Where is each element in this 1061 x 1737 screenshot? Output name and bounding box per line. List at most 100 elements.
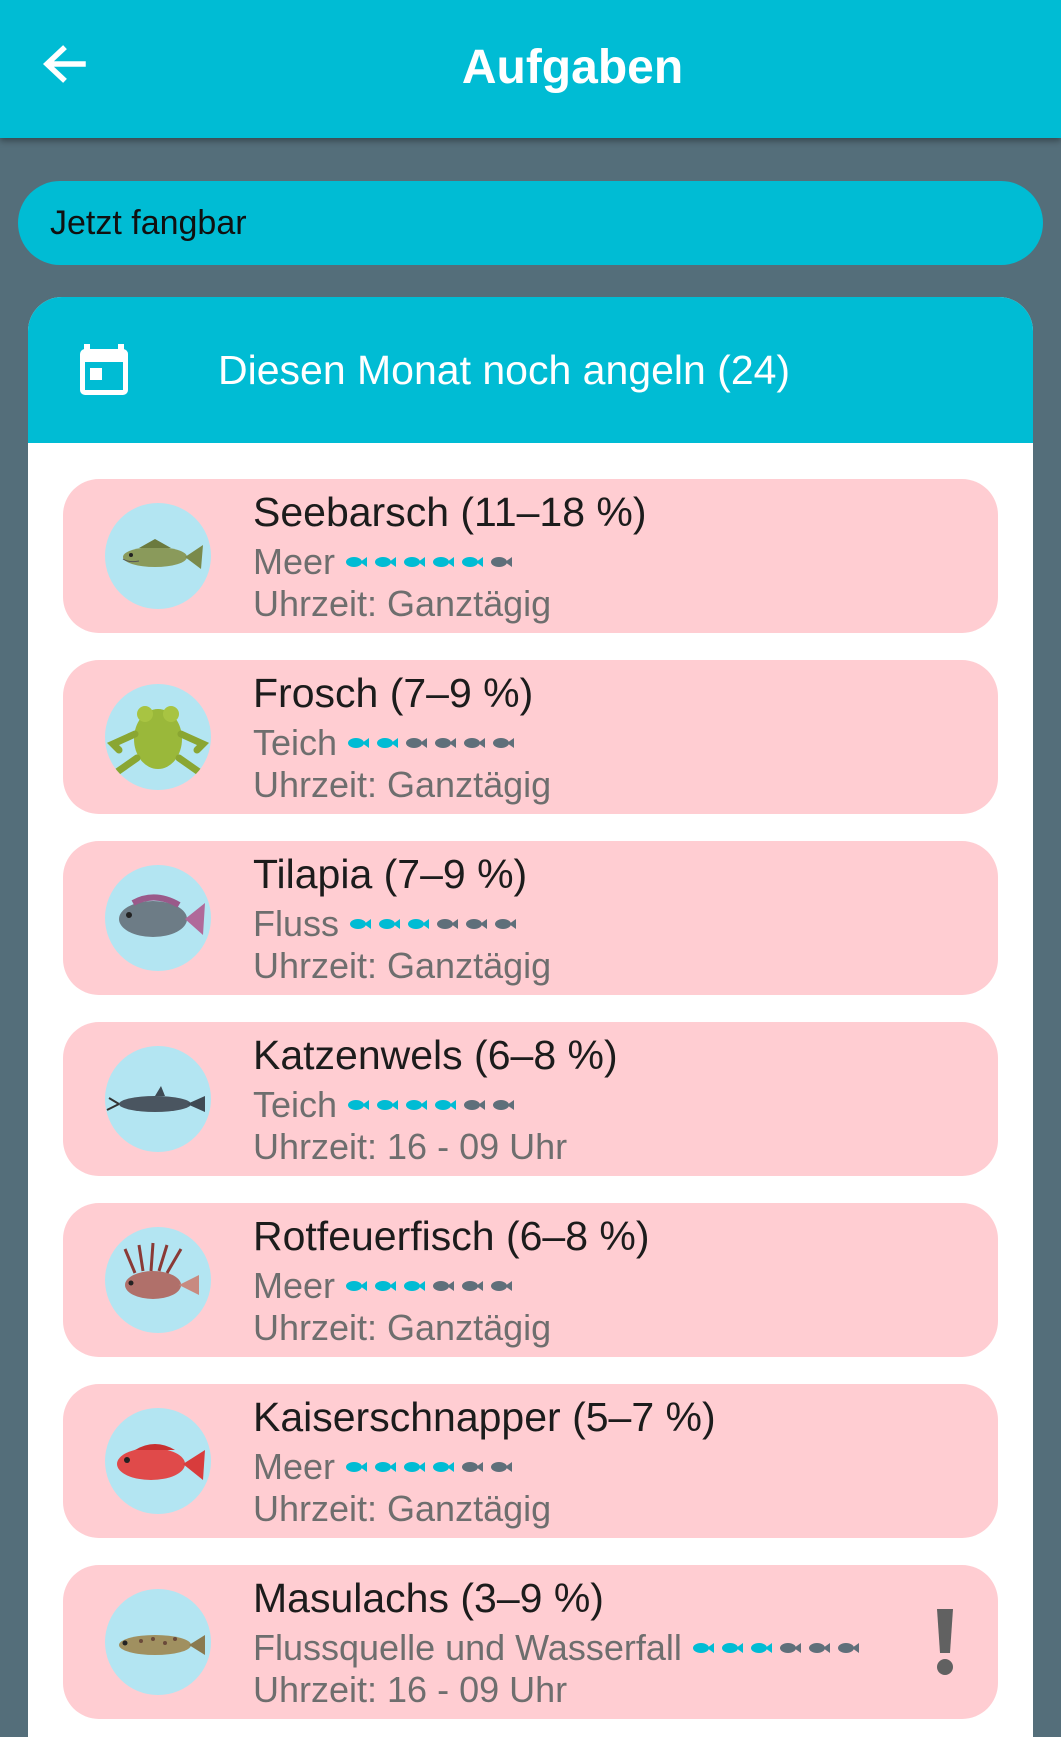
rarity-fish-icon bbox=[433, 1281, 455, 1291]
card-location: Meer bbox=[253, 1446, 519, 1488]
rarity-fish-icon bbox=[404, 557, 426, 567]
rarity-fish-icon bbox=[466, 919, 488, 929]
card-time: Uhrzeit: Ganztägig bbox=[253, 583, 552, 624]
rarity-fish-icon bbox=[437, 919, 459, 929]
task-card[interactable]: Tilapia (7–9 %) Fluss Uhrzeit: Ganztägig bbox=[63, 841, 998, 995]
rarity-fish-icon bbox=[375, 1462, 397, 1472]
tilapia-icon bbox=[105, 865, 211, 971]
task-card[interactable]: Kaiserschnapper (5–7 %) Meer Uhrzeit: Ganz… bbox=[63, 1384, 998, 1538]
card-location: Meer bbox=[253, 541, 519, 583]
rarity-fish-icon bbox=[495, 919, 517, 929]
location-label: Flussquelle und Wasserfall bbox=[253, 1627, 682, 1668]
kaiserschnapper-icon bbox=[105, 1408, 211, 1514]
rarity-fish-icon bbox=[464, 738, 486, 748]
rarity-fish-icon bbox=[462, 1462, 484, 1472]
frosch-icon bbox=[105, 684, 211, 790]
rarity-fish-icon bbox=[491, 1462, 513, 1472]
card-title: Masulachs (3–9 %) bbox=[253, 1575, 604, 1621]
rarity-fish-icon bbox=[348, 1100, 370, 1110]
card-location: Teich bbox=[253, 722, 521, 764]
rarity-fish-icon bbox=[491, 557, 513, 567]
rarity-indicator bbox=[692, 1641, 866, 1655]
rarity-fish-icon bbox=[493, 738, 515, 748]
card-title: Tilapia (7–9 %) bbox=[253, 851, 528, 897]
rarity-fish-icon bbox=[375, 557, 397, 567]
rarity-fish-icon bbox=[375, 1281, 397, 1291]
card-time: Uhrzeit: 16 - 09 Uhr bbox=[253, 1126, 568, 1167]
card-title: Rotfeuerfisch (6–8 %) bbox=[253, 1213, 650, 1259]
filter-label: Jetzt fangbar bbox=[50, 203, 247, 242]
task-card[interactable]: Katzenwels (6–8 %) Teich Uhrzeit: 16 - 09 … bbox=[63, 1022, 998, 1176]
rarity-fish-icon bbox=[779, 1643, 801, 1653]
rarity-fish-icon bbox=[435, 1100, 457, 1110]
card-time: Uhrzeit: 16 - 09 Uhr bbox=[253, 1669, 568, 1710]
seebarsch-icon bbox=[105, 503, 211, 609]
card-title: Kaiserschnapper (5–7 %) bbox=[253, 1394, 716, 1440]
rarity-indicator bbox=[349, 917, 523, 931]
katzenwels-icon bbox=[105, 1046, 211, 1152]
location-label: Teich bbox=[253, 722, 338, 763]
rarity-fish-icon bbox=[837, 1643, 859, 1653]
rarity-fish-icon bbox=[433, 557, 455, 567]
card-location: Teich bbox=[253, 1084, 521, 1126]
rarity-fish-icon bbox=[404, 1281, 426, 1291]
rarity-fish-icon bbox=[493, 1100, 515, 1110]
rarity-fish-icon bbox=[379, 919, 401, 929]
app-bar: Aufgaben bbox=[0, 0, 1061, 138]
location-label: Meer bbox=[253, 541, 336, 582]
rarity-fish-icon bbox=[808, 1643, 830, 1653]
rotfeuerfisch-icon bbox=[105, 1227, 211, 1333]
card-time: Uhrzeit: Ganztägig bbox=[253, 1488, 552, 1529]
card-location: Fluss bbox=[253, 903, 523, 945]
rarity-fish-icon bbox=[346, 1462, 368, 1472]
location-label: Fluss bbox=[253, 903, 340, 944]
page-title: Aufgaben bbox=[461, 40, 684, 94]
rarity-fish-icon bbox=[346, 557, 368, 567]
panel-header[interactable]: Diesen Monat noch angeln (24) bbox=[28, 297, 1033, 443]
rarity-fish-icon bbox=[721, 1643, 743, 1653]
rarity-fish-icon bbox=[462, 557, 484, 567]
rarity-fish-icon bbox=[408, 919, 430, 929]
rarity-fish-icon bbox=[433, 1462, 455, 1472]
rarity-indicator bbox=[347, 1098, 521, 1112]
rarity-indicator bbox=[345, 555, 519, 569]
rarity-fish-icon bbox=[491, 1281, 513, 1291]
exclamation-icon bbox=[937, 1609, 953, 1675]
location-label: Teich bbox=[253, 1084, 338, 1125]
task-card[interactable]: Frosch (7–9 %) Teich Uhrzeit: Ganztägig bbox=[63, 660, 998, 814]
task-card[interactable]: Seebarsch (11–18 %) Meer Uhrzeit: Ganztägi… bbox=[63, 479, 998, 633]
location-label: Meer bbox=[253, 1265, 336, 1306]
rarity-fish-icon bbox=[404, 1462, 426, 1472]
rarity-indicator bbox=[347, 736, 521, 750]
rarity-fish-icon bbox=[346, 1281, 368, 1291]
rarity-fish-icon bbox=[462, 1281, 484, 1291]
card-location: Flussquelle und Wasserfall bbox=[253, 1627, 866, 1669]
task-card[interactable]: Masulachs (3–9 %) Flussquelle und Wasserf… bbox=[63, 1565, 998, 1719]
rarity-fish-icon bbox=[692, 1643, 714, 1653]
rarity-fish-icon bbox=[377, 738, 399, 748]
rarity-fish-icon bbox=[464, 1100, 486, 1110]
rarity-fish-icon bbox=[406, 738, 428, 748]
rarity-indicator bbox=[345, 1279, 519, 1293]
rarity-fish-icon bbox=[750, 1643, 772, 1653]
card-title: Frosch (7–9 %) bbox=[253, 670, 534, 716]
rarity-fish-icon bbox=[406, 1100, 428, 1110]
card-location: Meer bbox=[253, 1265, 519, 1307]
rarity-indicator bbox=[345, 1460, 519, 1474]
card-time: Uhrzeit: Ganztägig bbox=[253, 1307, 552, 1348]
rarity-fish-icon bbox=[348, 738, 370, 748]
calendar-icon bbox=[80, 344, 128, 395]
filter-now-catchable-button[interactable]: Jetzt fangbar bbox=[18, 181, 1043, 265]
location-label: Meer bbox=[253, 1446, 336, 1487]
card-time: Uhrzeit: Ganztägig bbox=[253, 945, 552, 986]
monthly-panel: Diesen Monat noch angeln (24) Seebarsch … bbox=[28, 297, 1033, 1737]
card-time: Uhrzeit: Ganztägig bbox=[253, 764, 552, 805]
rarity-fish-icon bbox=[350, 919, 372, 929]
masulachs-icon bbox=[105, 1589, 211, 1695]
card-title: Katzenwels (6–8 %) bbox=[253, 1032, 618, 1078]
task-card[interactable]: Rotfeuerfisch (6–8 %) Meer Uhrzeit: Ganztä… bbox=[63, 1203, 998, 1357]
rarity-fish-icon bbox=[377, 1100, 399, 1110]
card-title: Seebarsch (11–18 %) bbox=[253, 489, 647, 535]
panel-title: Diesen Monat noch angeln (24) bbox=[218, 346, 791, 393]
rarity-fish-icon bbox=[435, 738, 457, 748]
